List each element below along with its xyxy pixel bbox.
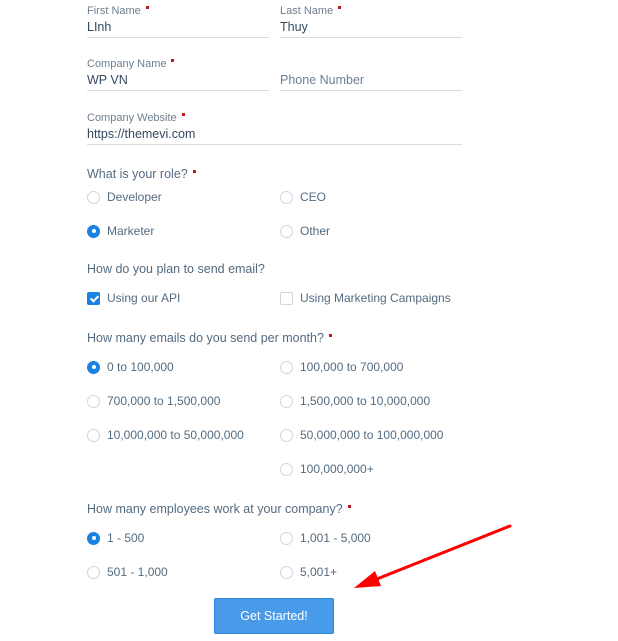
option-label: 100,000 to 700,000 bbox=[300, 360, 404, 374]
phone-number-input[interactable]: Phone Number bbox=[280, 71, 462, 90]
required-marker bbox=[338, 6, 342, 9]
required-marker bbox=[328, 334, 332, 337]
option-label: 0 to 100,000 bbox=[107, 360, 174, 374]
radio-icon[interactable] bbox=[280, 462, 293, 476]
send-option-api[interactable]: Using our API bbox=[87, 290, 180, 306]
option-label: 5,001+ bbox=[300, 565, 338, 579]
option-label: 50,000,000 to 100,000,000 bbox=[300, 428, 444, 442]
employees-option[interactable]: 501 - 1,000 bbox=[87, 564, 168, 580]
first-name-label: First Name bbox=[87, 4, 269, 18]
emails-per-month-question: How many emails do you send per month? bbox=[87, 330, 332, 346]
option-label: 700,000 to 1,500,000 bbox=[107, 394, 221, 408]
employees-option[interactable]: 1 - 500 bbox=[87, 530, 144, 546]
last-name-label: Last Name bbox=[280, 4, 462, 18]
emails-option[interactable]: 100,000,000+ bbox=[280, 461, 374, 477]
role-option-marketer[interactable]: Marketer bbox=[87, 223, 154, 239]
emails-option[interactable]: 1,500,000 to 10,000,000 bbox=[280, 393, 430, 409]
last-name-field[interactable]: Last Name Thuy bbox=[280, 4, 462, 38]
option-label: 1 - 500 bbox=[107, 531, 145, 545]
emails-option[interactable]: 0 to 100,000 bbox=[87, 359, 174, 375]
option-label: 100,000,000+ bbox=[300, 462, 374, 476]
required-marker bbox=[192, 170, 196, 173]
radio-icon[interactable] bbox=[280, 428, 293, 442]
emails-option[interactable]: 10,000,000 to 50,000,000 bbox=[87, 427, 244, 443]
company-name-label: Company Name bbox=[87, 57, 269, 71]
radio-selected-icon[interactable] bbox=[87, 360, 100, 374]
option-label: 501 - 1,000 bbox=[107, 565, 168, 579]
required-marker bbox=[171, 59, 175, 62]
option-label: 10,000,000 to 50,000,000 bbox=[107, 428, 244, 442]
checkbox-checked-icon[interactable] bbox=[87, 291, 100, 305]
role-option-developer[interactable]: Developer bbox=[87, 189, 162, 205]
radio-icon[interactable] bbox=[280, 531, 293, 545]
option-label: Using Marketing Campaigns bbox=[300, 291, 451, 305]
radio-icon[interactable] bbox=[280, 360, 293, 374]
required-marker bbox=[145, 6, 149, 9]
role-option-other[interactable]: Other bbox=[280, 223, 330, 239]
role-option-ceo[interactable]: CEO bbox=[280, 189, 326, 205]
radio-icon[interactable] bbox=[280, 394, 293, 408]
radio-icon[interactable] bbox=[87, 565, 100, 579]
company-website-label: Company Website bbox=[87, 111, 462, 125]
radio-icon[interactable] bbox=[87, 394, 100, 408]
employees-question: How many employees work at your company? bbox=[87, 501, 351, 517]
company-name-field[interactable]: Company Name WP VN bbox=[87, 57, 269, 91]
send-option-marketing-campaigns[interactable]: Using Marketing Campaigns bbox=[280, 290, 451, 306]
radio-icon[interactable] bbox=[280, 190, 293, 204]
employees-option[interactable]: 5,001+ bbox=[280, 564, 337, 580]
option-label: 1,500,000 to 10,000,000 bbox=[300, 394, 431, 408]
option-label: Using our API bbox=[107, 291, 181, 305]
get-started-button[interactable]: Get Started! bbox=[214, 598, 334, 634]
last-name-input[interactable]: Thuy bbox=[280, 18, 462, 37]
radio-icon[interactable] bbox=[280, 565, 293, 579]
phone-number-field[interactable]: Phone Number bbox=[280, 71, 462, 91]
radio-selected-icon[interactable] bbox=[87, 224, 100, 238]
company-name-input[interactable]: WP VN bbox=[87, 71, 269, 90]
option-label: Marketer bbox=[107, 224, 155, 238]
emails-option[interactable]: 700,000 to 1,500,000 bbox=[87, 393, 220, 409]
annotation-arrow-icon bbox=[354, 524, 512, 588]
first-name-input[interactable]: LInh bbox=[87, 18, 269, 37]
required-marker bbox=[347, 505, 351, 508]
role-question: What is your role? bbox=[87, 166, 196, 182]
radio-icon[interactable] bbox=[280, 224, 293, 238]
radio-icon[interactable] bbox=[87, 190, 100, 204]
option-label: Developer bbox=[107, 190, 162, 204]
emails-option[interactable]: 50,000,000 to 100,000,000 bbox=[280, 427, 443, 443]
checkbox-icon[interactable] bbox=[280, 291, 293, 305]
first-name-field[interactable]: First Name LInh bbox=[87, 4, 269, 38]
company-website-field[interactable]: Company Website https://themevi.com bbox=[87, 111, 462, 145]
company-website-input[interactable]: https://themevi.com bbox=[87, 125, 462, 144]
send-method-question: How do you plan to send email? bbox=[87, 262, 265, 276]
emails-option[interactable]: 100,000 to 700,000 bbox=[280, 359, 403, 375]
required-marker bbox=[181, 113, 185, 116]
option-label: Other bbox=[300, 224, 331, 238]
radio-selected-icon[interactable] bbox=[87, 531, 100, 545]
radio-icon[interactable] bbox=[87, 428, 100, 442]
option-label: CEO bbox=[300, 190, 327, 204]
